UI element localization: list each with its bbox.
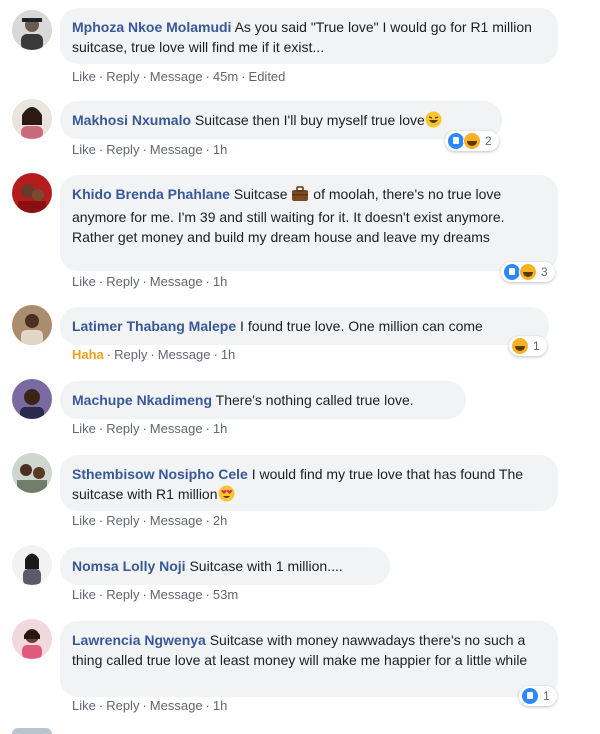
comment-author[interactable]: Latimer Thabang Malepe (72, 318, 236, 334)
comment-text: I found true love. One million can come (240, 318, 483, 334)
comment-actions: Like · Reply · Message · 1h (72, 698, 228, 713)
reply-link[interactable]: Reply (106, 698, 139, 713)
reply-link[interactable]: Reply (106, 587, 139, 602)
comment-time[interactable]: 1h (221, 347, 235, 362)
comment-time[interactable]: 1h (213, 142, 227, 157)
like-link[interactable]: Like (72, 142, 96, 157)
comment-bubble: Makhosi Nxumalo Suitcase then I'll buy m… (60, 101, 502, 139)
comment-time[interactable]: 2h (213, 513, 227, 528)
avatar[interactable] (12, 619, 52, 659)
laughing-emoji-icon (425, 111, 442, 133)
haha-reaction-icon (519, 263, 537, 281)
comment-text: Suitcase with 1 million.... (189, 558, 343, 574)
comment-actions: Like · Reply · Message · 1h (72, 142, 228, 157)
briefcase-emoji-icon (291, 186, 309, 207)
comment-bubble: Mphoza Nkoe Molamudi As you said "True l… (60, 8, 558, 64)
reaction-count: 3 (541, 265, 548, 279)
comment-author[interactable]: Nomsa Lolly Noji (72, 558, 186, 574)
reply-link[interactable]: Reply (106, 142, 139, 157)
comment-bubble: Machupe Nkadimeng There's nothing called… (60, 381, 466, 419)
reaction-summary[interactable]: 2 (445, 131, 499, 151)
comment-time[interactable]: 45m (213, 69, 238, 84)
edited-label: Edited (248, 69, 286, 84)
comment-actions: Like · Reply · Message · 2h (72, 513, 228, 528)
message-link[interactable]: Message (150, 587, 203, 602)
like-reaction-icon (521, 687, 539, 705)
reaction-count: 1 (533, 339, 540, 353)
haha-reaction-icon (511, 337, 529, 355)
reaction-summary[interactable]: 1 (519, 686, 557, 706)
reaction-summary[interactable]: 1 (509, 336, 547, 356)
reply-link[interactable]: Reply (106, 69, 139, 84)
comment-actions: Like · Reply · Message · 1h (72, 421, 228, 436)
comment-author[interactable]: Sthembisow Nosipho Cele (72, 466, 248, 482)
like-link[interactable]: Like (72, 587, 96, 602)
avatar[interactable] (12, 305, 52, 345)
heart-eyes-emoji-icon (218, 485, 235, 507)
comment-bubble: Khido Brenda Phahlane Suitcase of moolah… (60, 175, 558, 271)
comment-author[interactable]: Mphoza Nkoe Molamudi (72, 19, 231, 35)
comment-bubble: Lawrencia Ngwenya Suitcase with money na… (60, 621, 558, 697)
reaction-summary[interactable]: 3 (501, 262, 555, 282)
avatar[interactable] (12, 379, 52, 419)
avatar[interactable] (12, 728, 52, 734)
comment-author[interactable]: Machupe Nkadimeng (72, 392, 212, 408)
comment-actions: Like · Reply · Message · 1h (72, 274, 228, 289)
comment-time[interactable]: 53m (213, 587, 238, 602)
reply-link[interactable]: Reply (106, 513, 139, 528)
message-link[interactable]: Message (150, 142, 203, 157)
avatar[interactable] (12, 545, 52, 585)
comment-time[interactable]: 1h (213, 274, 227, 289)
message-link[interactable]: Message (150, 69, 203, 84)
avatar[interactable] (12, 10, 52, 50)
like-link[interactable]: Like (72, 274, 96, 289)
comment-text: Suitcase then I'll buy myself true love (194, 112, 425, 128)
avatar[interactable] (12, 453, 52, 493)
comment-text: There's nothing called true love. (215, 392, 414, 408)
comment-text: Suitcase (233, 186, 288, 202)
comment-bubble: Latimer Thabang Malepe I found true love… (60, 307, 549, 345)
message-link[interactable]: Message (150, 513, 203, 528)
avatar[interactable] (12, 99, 52, 139)
comment-bubble: Nomsa Lolly Noji Suitcase with 1 million… (60, 547, 390, 585)
message-link[interactable]: Message (150, 698, 203, 713)
reply-link[interactable]: Reply (106, 274, 139, 289)
like-link[interactable]: Like (72, 698, 96, 713)
reply-link[interactable]: Reply (106, 421, 139, 436)
comment-author[interactable]: Makhosi Nxumalo (72, 112, 191, 128)
comment-actions: Like · Reply · Message · 45m · Edited (72, 69, 286, 84)
like-link[interactable]: Like (72, 69, 96, 84)
haha-reaction-icon (463, 132, 481, 150)
like-link[interactable]: Like (72, 421, 96, 436)
message-link[interactable]: Message (150, 274, 203, 289)
comment-author[interactable]: Khido Brenda Phahlane (72, 186, 230, 202)
comment-time[interactable]: 1h (213, 698, 227, 713)
message-link[interactable]: Message (150, 421, 203, 436)
reaction-count: 2 (485, 134, 492, 148)
comment-actions: Like · Reply · Message · 53m (72, 587, 239, 602)
comment-bubble: Sthembisow Nosipho Cele I would find my … (60, 455, 558, 511)
comment-author[interactable]: Lawrencia Ngwenya (72, 632, 206, 648)
avatar[interactable] (12, 173, 52, 213)
reaction-count: 1 (543, 689, 550, 703)
comment-time[interactable]: 1h (213, 421, 227, 436)
like-link[interactable]: Like (72, 513, 96, 528)
message-link[interactable]: Message (158, 347, 211, 362)
haha-link[interactable]: Haha (72, 347, 104, 362)
comment-actions: Haha · Reply · Message · 1h (72, 347, 236, 362)
reply-link[interactable]: Reply (114, 347, 147, 362)
